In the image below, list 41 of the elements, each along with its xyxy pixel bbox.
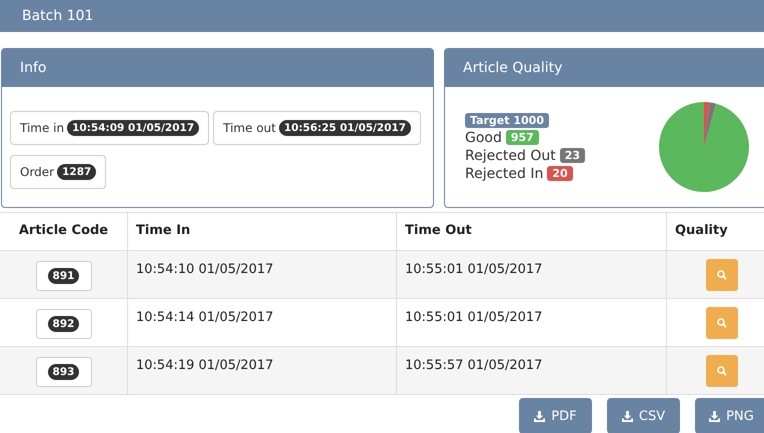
export-button[interactable]: CSV bbox=[607, 398, 680, 433]
stat-count: 957 bbox=[506, 130, 539, 145]
stat-count: 20 bbox=[547, 166, 573, 181]
table-cell: 10:55:01 01/05/2017 bbox=[405, 262, 542, 277]
stat-label: Rejected Out bbox=[465, 148, 556, 164]
field-value: 10:54:09 01/05/2017 bbox=[67, 120, 200, 136]
table-cell: 10:55:01 01/05/2017 bbox=[405, 310, 542, 325]
column-header: Time In bbox=[136, 223, 190, 238]
field-label: Time out bbox=[223, 121, 276, 135]
search-button[interactable] bbox=[706, 355, 738, 387]
search-icon bbox=[717, 318, 727, 328]
article-code-button[interactable]: 893 bbox=[36, 357, 92, 387]
article-code-button[interactable]: 891 bbox=[36, 261, 92, 291]
field-label: Time in bbox=[20, 121, 64, 135]
download-icon bbox=[534, 410, 546, 422]
stat-count: 23 bbox=[560, 148, 586, 163]
search-icon bbox=[717, 366, 727, 376]
download-icon bbox=[709, 410, 720, 422]
table-cell: 10:54:10 01/05/2017 bbox=[136, 262, 274, 277]
column-header: Quality bbox=[675, 223, 728, 238]
stat-label: Good bbox=[465, 130, 502, 146]
table-cell: 10:55:57 01/05/2017 bbox=[405, 358, 542, 373]
search-button[interactable] bbox=[706, 307, 738, 339]
field-label: Order bbox=[20, 165, 54, 179]
panel-heading: Info bbox=[2, 49, 433, 87]
field-value: 10:56:25 01/05/2017 bbox=[278, 120, 411, 136]
table-cell: 10:54:14 01/05/2017 bbox=[136, 310, 274, 325]
search-icon bbox=[717, 270, 727, 280]
article-code-button[interactable]: 892 bbox=[36, 309, 92, 339]
panel-heading: Article Quality bbox=[445, 49, 764, 87]
download-icon bbox=[622, 410, 633, 422]
table-cell: 10:54:19 01/05/2017 bbox=[136, 358, 274, 373]
field-value: 1287 bbox=[57, 164, 96, 180]
column-header: Article Code bbox=[18, 223, 108, 238]
column-header: Time Out bbox=[405, 223, 472, 238]
page-title: Batch 101 bbox=[0, 0, 764, 32]
stat-label: Rejected In bbox=[465, 166, 544, 182]
export-button[interactable]: PDF bbox=[519, 398, 592, 433]
target-badge: Target 1000 bbox=[465, 112, 549, 128]
export-button[interactable]: PNG bbox=[695, 398, 764, 433]
search-button[interactable] bbox=[706, 259, 738, 291]
